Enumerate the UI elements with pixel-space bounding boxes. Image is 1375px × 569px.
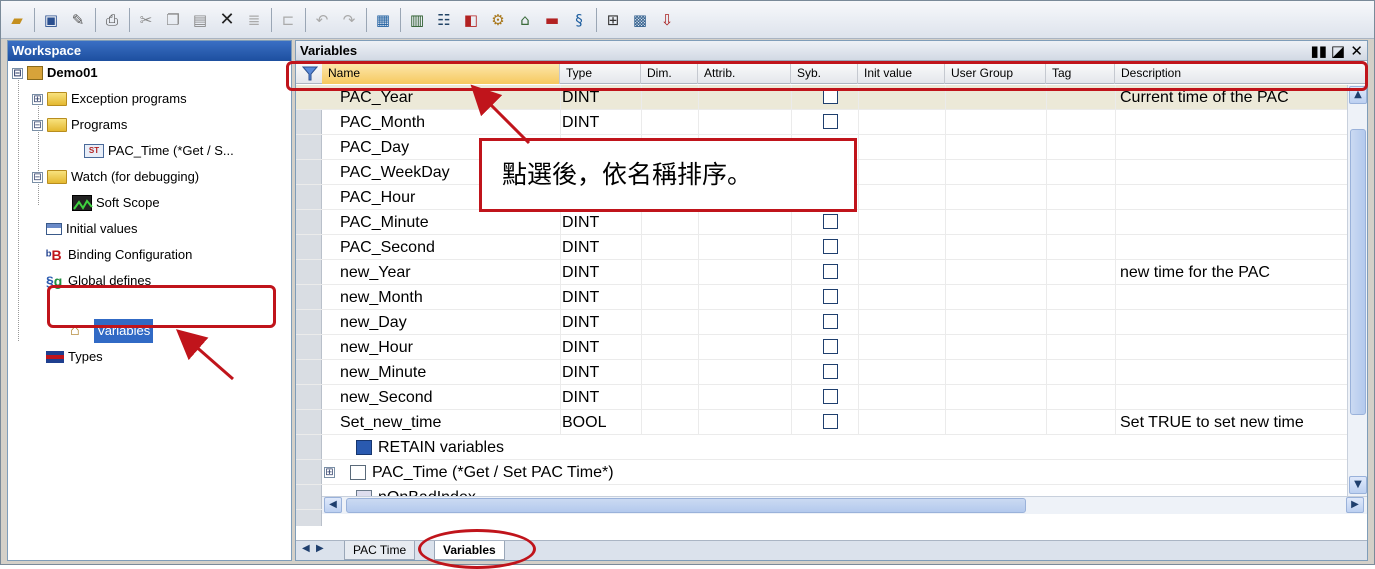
- app-window: ▰ ▣ ✎ ⎙ ✂ ❐ ▤ ✕ ≣ ⊏ ↶ ↷ ▦ ▥ ☷ ◧ ⚙ ⌂ ▬ § …: [0, 0, 1375, 569]
- arrow-to-name-header: [470, 84, 531, 145]
- annotation-arrows: [175, 84, 531, 381]
- arrow-to-variables-item: [175, 329, 234, 381]
